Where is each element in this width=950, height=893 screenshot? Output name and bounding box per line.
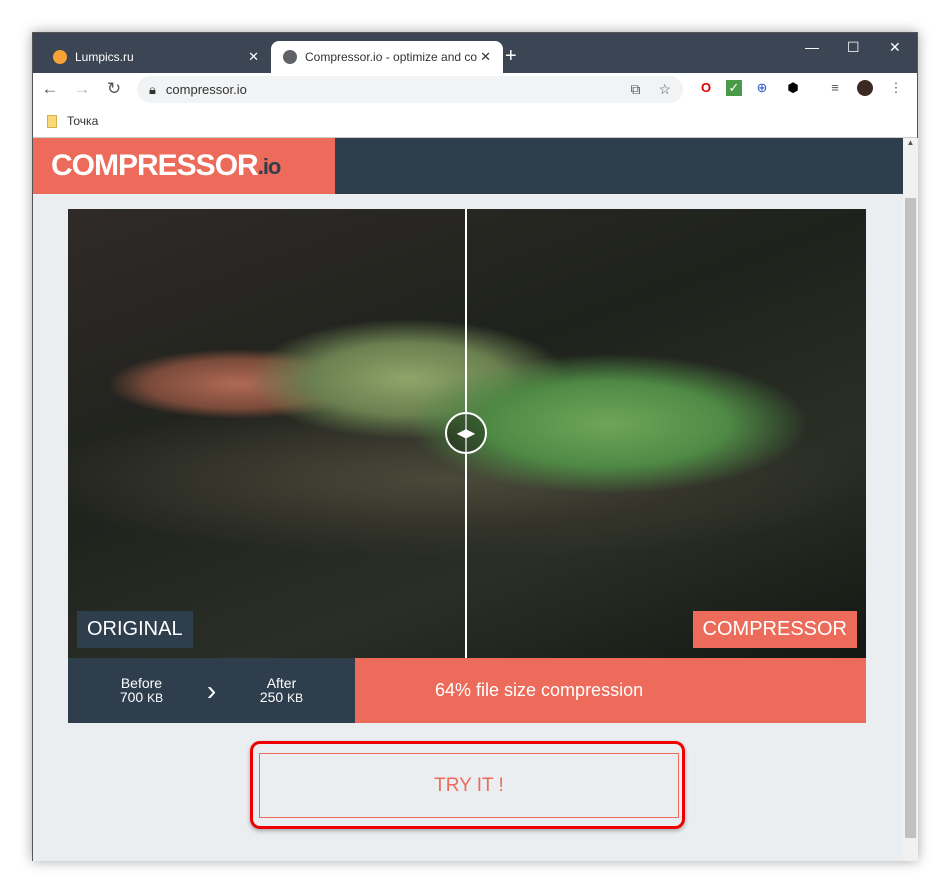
tab-title: Compressor.io - optimize and co: [305, 50, 478, 64]
close-tab-icon[interactable]: ✕: [248, 49, 259, 65]
scroll-up-icon[interactable]: ▲: [903, 138, 918, 147]
bookmark-tochka[interactable]: Точка: [67, 114, 98, 128]
opera-extension-icon[interactable]: O: [698, 80, 714, 96]
scrollbar-thumb[interactable]: [905, 198, 916, 838]
back-icon[interactable]: ←: [35, 79, 65, 99]
slider-handle-icon[interactable]: ◀▶: [445, 412, 487, 454]
toolbar: ← → ↻ 🔒︎ compressor.io ⧉ ☆ O ✓ ⊕ ⬢ ≡ ⋮: [33, 73, 917, 105]
check-extension-icon[interactable]: ✓: [726, 80, 742, 96]
before-size: Before 700 KB: [119, 675, 164, 705]
comparison-image: ◀▶ ORIGINAL COMPRESSOR: [68, 209, 866, 658]
page-content: COMPRESSOR .io ◀▶ ORIGINAL COMPRESSOR Bef…: [33, 138, 903, 861]
maximize-button[interactable]: ☐: [847, 39, 860, 56]
url-text: compressor.io: [165, 82, 247, 97]
reload-icon[interactable]: ↻: [99, 79, 129, 99]
package-extension-icon[interactable]: ⬢: [785, 80, 801, 96]
original-label: ORIGINAL: [77, 611, 193, 648]
compression-stats: Before 700 KB › After 250 KB 64% file size…: [68, 658, 866, 723]
compressor-logo[interactable]: COMPRESSOR .io: [33, 138, 335, 194]
chevron-right-icon: ›: [206, 674, 217, 706]
tab-lumpics[interactable]: Lumpics.ru ✕: [41, 41, 271, 73]
bookmarks-bar: Точка: [33, 105, 917, 138]
lock-icon: 🔒︎: [149, 81, 156, 97]
minimize-button[interactable]: —: [805, 39, 819, 55]
vpn-globe-icon[interactable]: ⊕: [754, 80, 770, 96]
compression-ratio: 64% file size compression: [355, 658, 866, 723]
try-it-button[interactable]: TRY IT !: [259, 753, 679, 818]
compressed-label: COMPRESSOR: [692, 611, 857, 648]
tab-compressor[interactable]: Compressor.io - optimize and co ✕: [271, 41, 503, 73]
folder-icon: [47, 114, 57, 128]
browser-window: Lumpics.ru ✕ Compressor.io - optimize and…: [32, 32, 918, 861]
tab-title: Lumpics.ru: [75, 50, 134, 64]
media-queue-icon[interactable]: ≡: [827, 80, 843, 96]
new-tab-button[interactable]: +: [505, 45, 517, 68]
menu-icon[interactable]: ⋮: [888, 80, 904, 96]
globe-icon: [283, 50, 297, 64]
site-header: COMPRESSOR .io: [33, 138, 903, 194]
avatar[interactable]: [857, 80, 873, 96]
address-bar[interactable]: 🔒︎ compressor.io ⧉ ☆: [137, 76, 683, 103]
bookmark-star-icon[interactable]: ☆: [658, 81, 671, 98]
tab-bar: Lumpics.ru ✕ Compressor.io - optimize and…: [33, 33, 917, 73]
after-size: After 250 KB: [259, 675, 304, 705]
site-favicon-icon: [53, 50, 67, 64]
forward-icon[interactable]: →: [67, 79, 97, 99]
translate-icon[interactable]: ⧉: [630, 81, 640, 98]
close-window-button[interactable]: ✕: [889, 39, 901, 56]
scrollbar[interactable]: ▲: [903, 138, 918, 861]
close-tab-icon[interactable]: ✕: [480, 49, 491, 65]
